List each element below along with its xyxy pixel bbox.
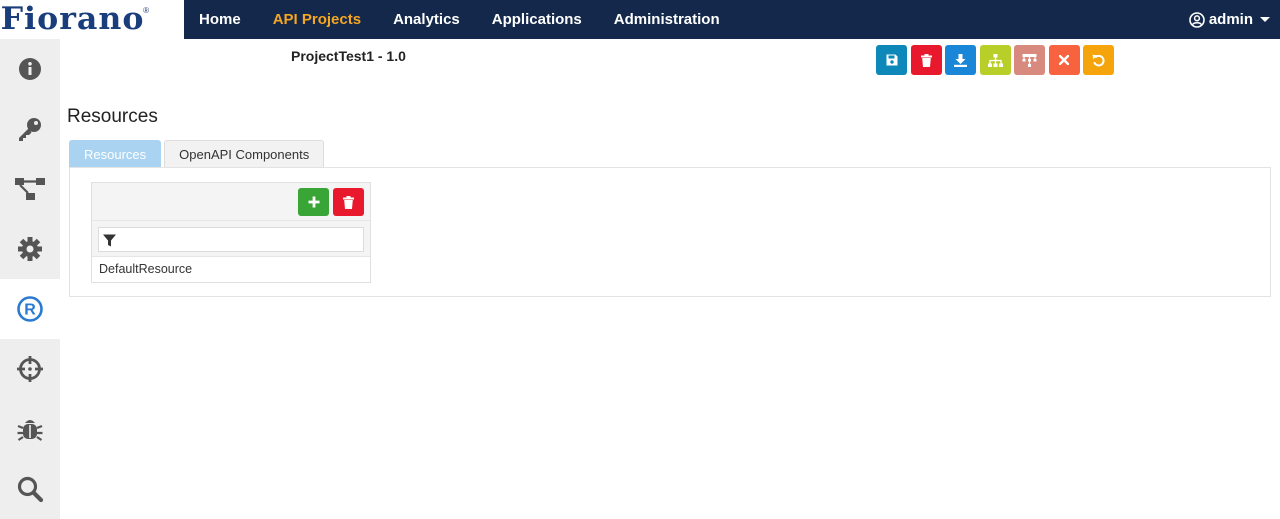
crosshair-icon [17,356,43,382]
key-icon [19,118,41,141]
download-icon [954,53,967,67]
nav-home[interactable]: Home [199,11,241,28]
sidebar-item-target[interactable] [0,339,60,399]
bug-icon [17,420,43,441]
fiorano-logo[interactable]: Fiorano ® [0,0,184,39]
resource-list-header [92,183,370,221]
delete-project-button[interactable] [910,45,942,75]
logo-text: Fiorano [0,1,145,37]
filter-row [92,221,370,257]
user-circle-icon [1189,11,1205,28]
filter-field [98,227,364,252]
registered-icon: R [17,296,43,322]
sidebar-item-search[interactable] [0,459,60,519]
plus-icon [308,196,319,208]
tab-openapi-components[interactable]: OpenAPI Components [164,140,325,168]
user-menu[interactable]: admin [1189,0,1270,39]
resources-panel: DefaultResource [69,167,1271,297]
nav-applications[interactable]: Applications [492,11,582,28]
filter-input[interactable] [121,229,361,250]
filter-icon [103,234,116,247]
sidebar-item-keys[interactable] [0,99,60,159]
chevron-down-icon [1260,17,1270,22]
resource-tabs: Resources OpenAPI Components [69,140,327,168]
save-icon [886,54,897,66]
main-nav: Home API Projects Analytics Applications… [199,0,752,39]
sitemap-button[interactable] [979,45,1011,75]
nav-api-projects[interactable]: API Projects [273,11,361,28]
section-title: Resources [67,106,158,127]
download-button[interactable] [945,45,976,75]
sidebar-item-debug[interactable] [0,399,60,459]
tab-resources[interactable]: Resources [69,140,162,168]
info-icon [19,58,41,80]
resource-list-box: DefaultResource [91,182,371,283]
sidebar-item-resources[interactable]: R [0,279,60,339]
sidebar-item-info[interactable] [0,39,60,99]
sidebar-item-flow[interactable] [0,159,60,219]
project-title: ProjectTest1 - 1.0 [291,48,406,64]
hierarchy-icon [1022,53,1037,67]
trash-icon [343,195,354,209]
close-project-button[interactable] [1048,45,1080,75]
hierarchy-button[interactable] [1014,45,1045,75]
gear-icon [18,237,42,261]
top-navbar: Fiorano ® Home API Projects Analytics Ap… [0,0,1280,39]
nav-administration[interactable]: Administration [614,11,720,28]
list-item[interactable]: DefaultResource [92,257,370,282]
sitemap-icon [987,53,1003,67]
search-icon [17,476,44,503]
delete-resource-button[interactable] [333,188,364,216]
save-button[interactable] [876,45,907,75]
undo-button[interactable] [1083,45,1114,75]
project-toolbar [876,45,1118,75]
undo-icon [1092,54,1105,66]
sidebar: R [0,39,60,519]
close-icon [1059,55,1069,65]
flow-icon [15,178,45,200]
trash-icon [920,53,932,67]
user-name: admin [1208,11,1253,28]
svg-text:R: R [24,302,36,319]
add-resource-button[interactable] [298,188,329,216]
sidebar-item-settings[interactable] [0,219,60,279]
nav-analytics[interactable]: Analytics [393,11,460,28]
